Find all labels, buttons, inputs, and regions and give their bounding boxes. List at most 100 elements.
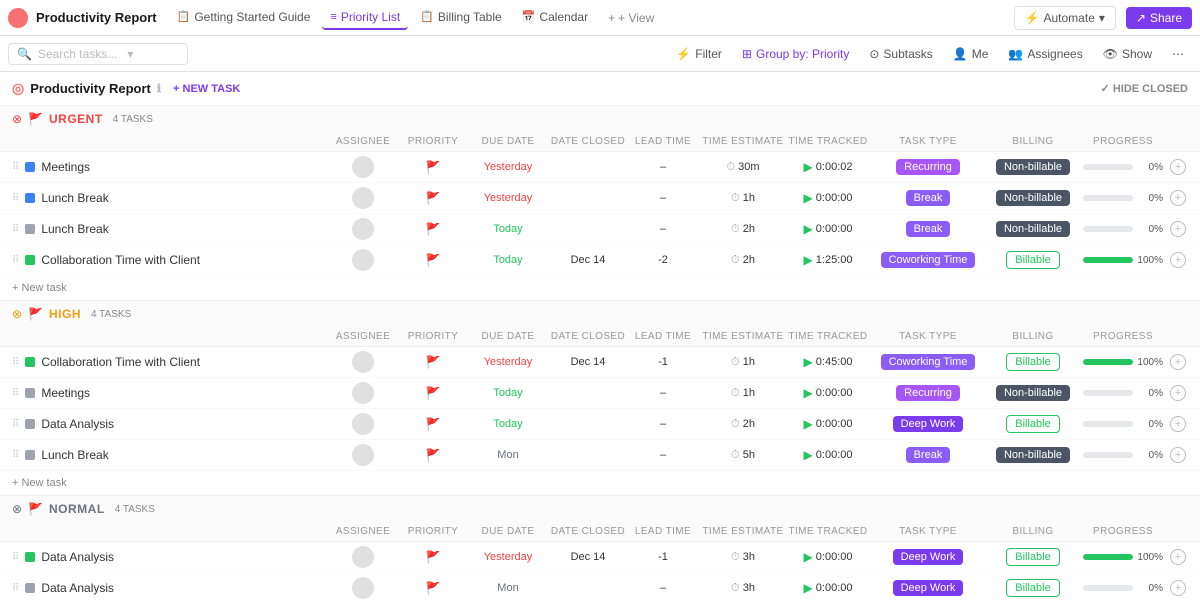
progress-bar: 0% — [1083, 450, 1163, 461]
task-name-text: Collaboration Time with Client — [41, 253, 200, 267]
table-row[interactable]: ⠿ Meetings 🚩 Yesterday – ⏱ 30m ▶ 0:00:02… — [0, 152, 1200, 183]
task-dot — [25, 583, 35, 593]
time-estimate-icon: ⏱ — [731, 192, 740, 205]
table-row[interactable]: ⠿ Lunch Break 🚩 Today – ⏱ 2h ▶ 0:00:00 B… — [0, 214, 1200, 245]
table-row[interactable]: ⠿ Data Analysis 🚩 Mon – ⏱ 3h ▶ 0:00:00 D… — [0, 573, 1200, 601]
add-circle-icon[interactable]: + — [1170, 252, 1186, 268]
time-estimate: 1h — [743, 356, 755, 368]
progress-pct: 0% — [1137, 450, 1163, 461]
play-icon: ▶ — [804, 550, 813, 564]
add-circle-icon[interactable]: + — [1170, 416, 1186, 432]
tab-priority-list[interactable]: ≡ Priority List — [322, 6, 408, 30]
time-estimate: 3h — [743, 582, 755, 594]
priority-flag-icon: 🚩 — [426, 253, 441, 267]
task-type-pill: Break — [906, 221, 951, 237]
col-headers-normal: ASSIGNEE PRIORITY DUE DATE DATE CLOSED L… — [0, 522, 1200, 542]
hide-closed-button[interactable]: ✓ HIDE CLOSED — [1101, 82, 1188, 95]
tab-calendar[interactable]: 📅 Calendar — [514, 6, 596, 30]
add-view-button[interactable]: + + View — [600, 7, 662, 29]
more-options-button[interactable]: ⋯ — [1164, 44, 1192, 64]
task-dot — [25, 552, 35, 562]
group-by-button[interactable]: ⊞ Group by: Priority — [734, 44, 857, 64]
time-tracked: 0:00:00 — [816, 387, 853, 399]
add-circle-icon[interactable]: + — [1170, 221, 1186, 237]
add-circle-icon[interactable]: + — [1170, 385, 1186, 401]
lead-time: -1 — [658, 356, 668, 368]
table-row[interactable]: ⠿ Data Analysis 🚩 Today – ⏱ 2h ▶ 0:00:00… — [0, 409, 1200, 440]
show-button[interactable]: 👁 Show — [1095, 44, 1160, 64]
priority-flag-icon: 🚩 — [426, 550, 441, 564]
billing-pill: Billable — [1006, 415, 1059, 433]
tab-billing-table[interactable]: 📋 Billing Table — [412, 6, 510, 30]
main-content: ◎ Productivity Report ℹ + NEW TASK ✓ HID… — [0, 72, 1200, 601]
play-icon: ▶ — [804, 355, 813, 369]
task-dot — [25, 357, 35, 367]
normal-flag-icon: 🚩 — [28, 502, 43, 516]
drag-handle: ⠿ — [12, 255, 19, 266]
table-row[interactable]: ⠿ Collaboration Time with Client 🚩 Today… — [0, 245, 1200, 276]
progress-pct: 0% — [1137, 583, 1163, 594]
task-type-pill: Coworking Time — [881, 354, 976, 370]
add-circle-icon[interactable]: + — [1170, 549, 1186, 565]
billing-pill: Non-billable — [996, 159, 1070, 175]
time-estimate-icon: ⏱ — [731, 387, 740, 400]
lead-time: – — [660, 418, 666, 430]
new-task-button[interactable]: + NEW TASK — [167, 81, 246, 97]
add-circle-icon[interactable]: + — [1170, 447, 1186, 463]
lead-time: – — [660, 449, 666, 461]
lead-time: – — [660, 582, 666, 594]
nav-logo — [8, 8, 28, 28]
table-row[interactable]: ⠿ Lunch Break 🚩 Yesterday – ⏱ 1h ▶ 0:00:… — [0, 183, 1200, 214]
subtasks-button[interactable]: ⊙ Subtasks — [861, 44, 940, 64]
task-name-text: Lunch Break — [41, 222, 108, 236]
col-headers-high: ASSIGNEE PRIORITY DUE DATE DATE CLOSED L… — [0, 327, 1200, 347]
task-name-text: Data Analysis — [41, 581, 114, 595]
share-button[interactable]: ↗ Share — [1126, 7, 1192, 29]
task-type-pill: Deep Work — [893, 580, 964, 596]
lead-time: – — [660, 161, 666, 173]
task-type-pill: Coworking Time — [881, 252, 976, 268]
progress-pct: 100% — [1137, 552, 1163, 563]
toolbar: 🔍 Search tasks... ▾ ⚡ Filter ⊞ Group by:… — [0, 36, 1200, 72]
progress-bar: 0% — [1083, 224, 1163, 235]
task-type-pill: Deep Work — [893, 549, 964, 565]
automate-button[interactable]: ⚡ Automate ▾ — [1014, 6, 1116, 30]
normal-status-icon: ⊗ — [12, 502, 22, 516]
add-circle-icon[interactable]: + — [1170, 159, 1186, 175]
time-tracked: 0:00:00 — [816, 418, 853, 430]
time-tracked: 0:00:00 — [816, 223, 853, 235]
add-task-row[interactable]: + New task — [0, 471, 1200, 495]
assignees-button[interactable]: 👥 Assignees — [1000, 44, 1090, 64]
table-row[interactable]: ⠿ Data Analysis 🚩 Yesterday Dec 14 -1 ⏱ … — [0, 542, 1200, 573]
group-icon: ⊞ — [742, 47, 752, 61]
table-row[interactable]: ⠿ Collaboration Time with Client 🚩 Yeste… — [0, 347, 1200, 378]
priority-flag-icon: 🚩 — [426, 355, 441, 369]
add-circle-icon[interactable]: + — [1170, 354, 1186, 370]
tab-icon-calendar: 📅 — [522, 10, 536, 23]
section-normal: ⊗ 🚩 NORMAL 4 TASKS ASSIGNEE PRIORITY DUE… — [0, 496, 1200, 601]
table-row[interactable]: ⠿ Lunch Break 🚩 Mon – ⏱ 5h ▶ 0:00:00 Bre… — [0, 440, 1200, 471]
progress-pct: 0% — [1137, 162, 1163, 173]
time-estimate: 2h — [743, 418, 755, 430]
table-row[interactable]: ⠿ Meetings 🚩 Today – ⏱ 1h ▶ 0:00:00 Recu… — [0, 378, 1200, 409]
filter-button[interactable]: ⚡ Filter — [668, 44, 730, 64]
high-flag-icon: 🚩 — [28, 307, 43, 321]
priority-flag-icon: 🚩 — [426, 386, 441, 400]
search-box[interactable]: 🔍 Search tasks... ▾ — [8, 43, 188, 65]
play-icon: ▶ — [804, 191, 813, 205]
time-estimate-icon: ⏱ — [731, 418, 740, 431]
me-button[interactable]: 👤 Me — [945, 44, 997, 64]
time-estimate: 3h — [743, 551, 755, 563]
urgent-flag-icon: 🚩 — [28, 112, 43, 126]
task-type-pill: Deep Work — [893, 416, 964, 432]
progress-bar: 100% — [1083, 552, 1163, 563]
add-circle-icon[interactable]: + — [1170, 580, 1186, 596]
avatar — [352, 218, 374, 240]
task-name-text: Data Analysis — [41, 417, 114, 431]
time-estimate: 2h — [743, 254, 755, 266]
add-task-row[interactable]: + New task — [0, 276, 1200, 300]
urgent-label: URGENT — [49, 112, 103, 126]
due-date: Yesterday — [484, 551, 533, 563]
add-circle-icon[interactable]: + — [1170, 190, 1186, 206]
tab-getting-started[interactable]: 📋 Getting Started Guide — [169, 6, 319, 30]
